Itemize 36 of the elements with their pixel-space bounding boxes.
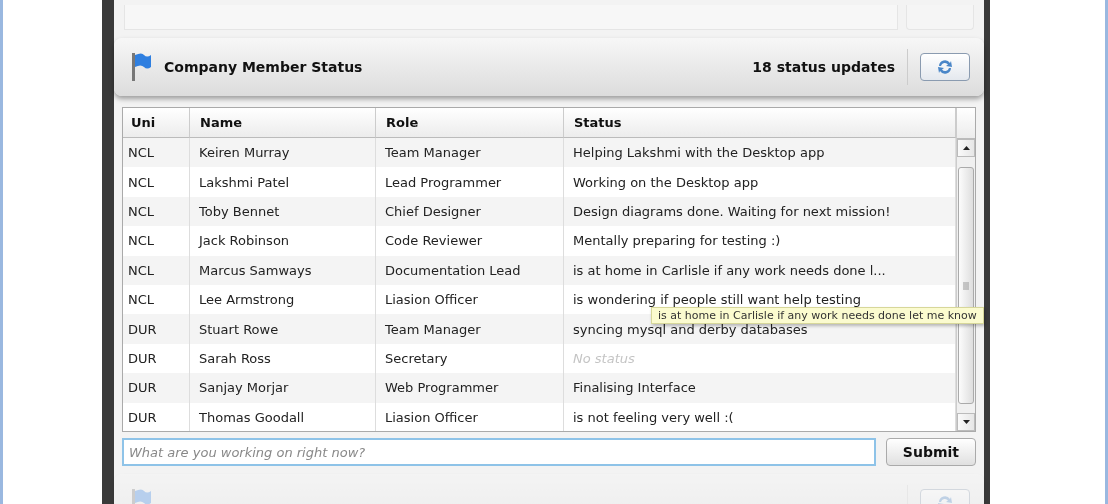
column-header[interactable]: Role [376,108,564,138]
status-input[interactable]: What are you working on right now? [122,438,876,466]
up-arrow-icon[interactable] [962,146,970,150]
scroll-down-button[interactable] [957,413,975,431]
table-cell: is at home in Carlisle if any work needs done l... [564,255,956,285]
table-cell: DUR [123,373,190,403]
column-header[interactable]: Name [190,108,376,138]
table-cell: Finalising Interface [564,373,956,403]
table-cell: NCL [123,255,190,285]
scroll-up-button[interactable] [957,139,975,157]
flag-icon [130,52,152,82]
submit-button[interactable]: Submit [885,438,976,466]
table-cell: Web Programmer [376,373,564,403]
table-cell: Sanjay Morjar [190,373,376,403]
refresh-button[interactable] [920,53,970,81]
table-cell: Team Manager [376,314,564,344]
column-header[interactable]: Uni [123,108,190,138]
table-cell: Toby Bennet [190,196,376,227]
down-arrow-icon[interactable] [962,420,970,424]
table-cell: Documentation Lead [376,255,564,285]
grip-icon [963,281,969,290]
panel-title: Company Member Status [164,59,364,75]
table-cell: NCL [123,138,190,168]
table-cell: Marcus Samways [190,255,376,285]
table-cell: Design diagrams done. Waiting for next mission! [564,196,956,227]
update-count: 18 status updates [752,49,908,85]
table-cell: Team Manager [376,138,564,168]
table-cell: Keiren Murray [190,138,376,168]
refresh-icon [936,59,954,75]
table-cell: Chief Designer [376,196,564,227]
table-cell: DUR [123,314,190,344]
column-header[interactable]: Status [564,108,956,138]
table-cell: NCL [123,196,190,227]
table-cell: Stuart Rowe [190,314,376,344]
table-cell: Helping Lakshmi with the Desktop app [564,138,956,168]
status-tooltip: is at home in Carlisle if any work needs done let me know [651,307,984,324]
